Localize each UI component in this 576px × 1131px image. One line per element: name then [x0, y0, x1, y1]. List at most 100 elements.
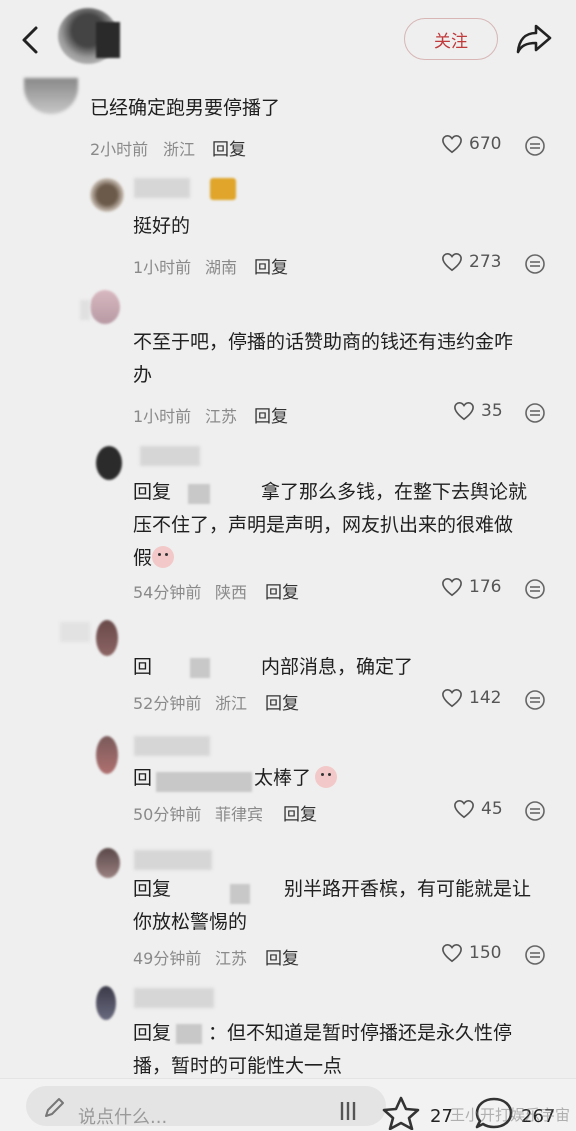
- comment-time: 1小时前: [133, 407, 192, 426]
- heart-icon: [442, 252, 462, 272]
- avatar[interactable]: [24, 78, 78, 114]
- more-options-icon[interactable]: [524, 800, 546, 822]
- avatar[interactable]: [96, 620, 118, 656]
- reply-button[interactable]: 回复: [283, 800, 317, 825]
- comment-text: 压不住了，声明是声明，网友扒出来的很难做: [133, 514, 514, 536]
- reply-button[interactable]: 回复: [212, 135, 246, 160]
- user-badge-icon: [210, 178, 236, 200]
- username-mosaic: [60, 622, 90, 642]
- mention-mosaic: [188, 484, 210, 504]
- follow-button[interactable]: 关注: [404, 18, 498, 60]
- comment-text: 已经确定跑男要停播了: [90, 97, 281, 119]
- more-options-icon[interactable]: [524, 253, 546, 275]
- comment-text-end: 假: [133, 547, 153, 569]
- mention-mosaic: [176, 1024, 202, 1044]
- comment-time: 2小时前: [90, 140, 149, 159]
- comment-text: 办: [133, 364, 153, 386]
- crying-emoji-icon: [152, 546, 175, 568]
- avatar[interactable]: [96, 848, 120, 878]
- author-name-mosaic: [96, 22, 120, 58]
- comment-location: 江苏: [215, 949, 248, 968]
- mention-mosaic: [230, 884, 250, 904]
- username-mosaic: [134, 988, 214, 1008]
- comment-text: 你放松警惕的: [133, 911, 248, 933]
- avatar[interactable]: [90, 290, 120, 324]
- comment-location: 陕西: [215, 583, 248, 602]
- star-icon[interactable]: [382, 1096, 420, 1130]
- heart-icon: [442, 134, 462, 154]
- comment-time: 49分钟前: [133, 949, 202, 968]
- comment-text: 太棒了: [254, 762, 338, 795]
- comment-time: 54分钟前: [133, 583, 202, 602]
- like-button[interactable]: 142: [441, 688, 501, 708]
- heart-icon: [442, 943, 462, 963]
- like-button[interactable]: 670: [441, 134, 501, 154]
- heart-icon: [454, 799, 474, 819]
- comment-time: 1小时前: [133, 258, 192, 277]
- reply-button[interactable]: 回复: [254, 253, 288, 278]
- comment-text-body: 太棒了: [254, 767, 312, 789]
- comment-text: 拿了那么多钱，在整下去舆论就: [261, 481, 528, 503]
- reply-prefix: 回: [133, 656, 153, 678]
- avatar[interactable]: [96, 446, 122, 480]
- username-mosaic: [134, 178, 190, 198]
- like-button[interactable]: 45: [453, 799, 503, 819]
- comment-input-placeholder: 说点什么...: [78, 1107, 168, 1128]
- like-count: 142: [469, 688, 502, 708]
- username-mosaic: [134, 736, 210, 756]
- reply-prefix: 回: [133, 767, 153, 789]
- more-options-icon[interactable]: [524, 402, 546, 424]
- reply-prefix: 回复: [133, 1022, 172, 1044]
- username-mosaic: [80, 300, 90, 320]
- like-count: 273: [469, 252, 502, 272]
- comment-text: 假: [133, 542, 175, 575]
- back-arrow-icon[interactable]: [14, 22, 50, 58]
- share-icon[interactable]: [514, 20, 554, 56]
- reply-button[interactable]: 回复: [265, 578, 299, 603]
- shy-emoji-icon: [315, 766, 338, 788]
- username-mosaic: [140, 446, 200, 466]
- heart-icon: [442, 577, 462, 597]
- mention-mosaic: [156, 772, 252, 792]
- like-button[interactable]: 35: [453, 401, 503, 421]
- collapse-lines-icon[interactable]: [336, 1098, 366, 1124]
- like-button[interactable]: 150: [441, 943, 501, 963]
- heart-icon: [454, 401, 474, 421]
- avatar[interactable]: [90, 178, 124, 212]
- comment-location: 湖南: [205, 258, 238, 277]
- comment-location: 浙江: [215, 694, 248, 713]
- like-count: 176: [469, 577, 502, 597]
- like-count: 45: [481, 799, 503, 819]
- more-options-icon[interactable]: [524, 135, 546, 157]
- comment-location: 浙江: [163, 140, 196, 159]
- more-options-icon[interactable]: [524, 578, 546, 600]
- like-count: 670: [469, 134, 502, 154]
- comment-text: 挺好的: [133, 215, 191, 237]
- comment-text: ：但不知道是暂时停播还是永久性停: [208, 1022, 513, 1044]
- comment-text: 内部消息，确定了: [261, 656, 414, 678]
- comment-text: 别半路开香槟，有可能就是让: [284, 878, 532, 900]
- reply-prefix: 回复: [133, 481, 172, 503]
- like-button[interactable]: 273: [441, 252, 501, 272]
- reply-prefix: 回复: [133, 878, 172, 900]
- comment-location: 菲律宾: [215, 805, 264, 824]
- more-options-icon[interactable]: [524, 689, 546, 711]
- username-mosaic: [134, 850, 212, 870]
- like-count: 35: [481, 401, 503, 421]
- comment-location: 江苏: [205, 407, 238, 426]
- more-options-icon[interactable]: [524, 944, 546, 966]
- watermark: 王小开打娱乐宇宙: [450, 1106, 571, 1124]
- reply-button[interactable]: 回复: [254, 402, 288, 427]
- comment-text: 不至于吧，停播的话赞助商的钱还有违约金咋: [133, 331, 514, 353]
- comment-time: 52分钟前: [133, 694, 202, 713]
- mention-mosaic: [190, 658, 210, 678]
- avatar[interactable]: [96, 986, 116, 1020]
- reply-button[interactable]: 回复: [265, 944, 299, 969]
- heart-icon: [442, 688, 462, 708]
- comment-time: 50分钟前: [133, 805, 202, 824]
- reply-button[interactable]: 回复: [265, 689, 299, 714]
- avatar[interactable]: [96, 736, 118, 774]
- like-count: 150: [469, 943, 502, 963]
- pencil-icon: [45, 1098, 64, 1117]
- like-button[interactable]: 176: [441, 577, 501, 597]
